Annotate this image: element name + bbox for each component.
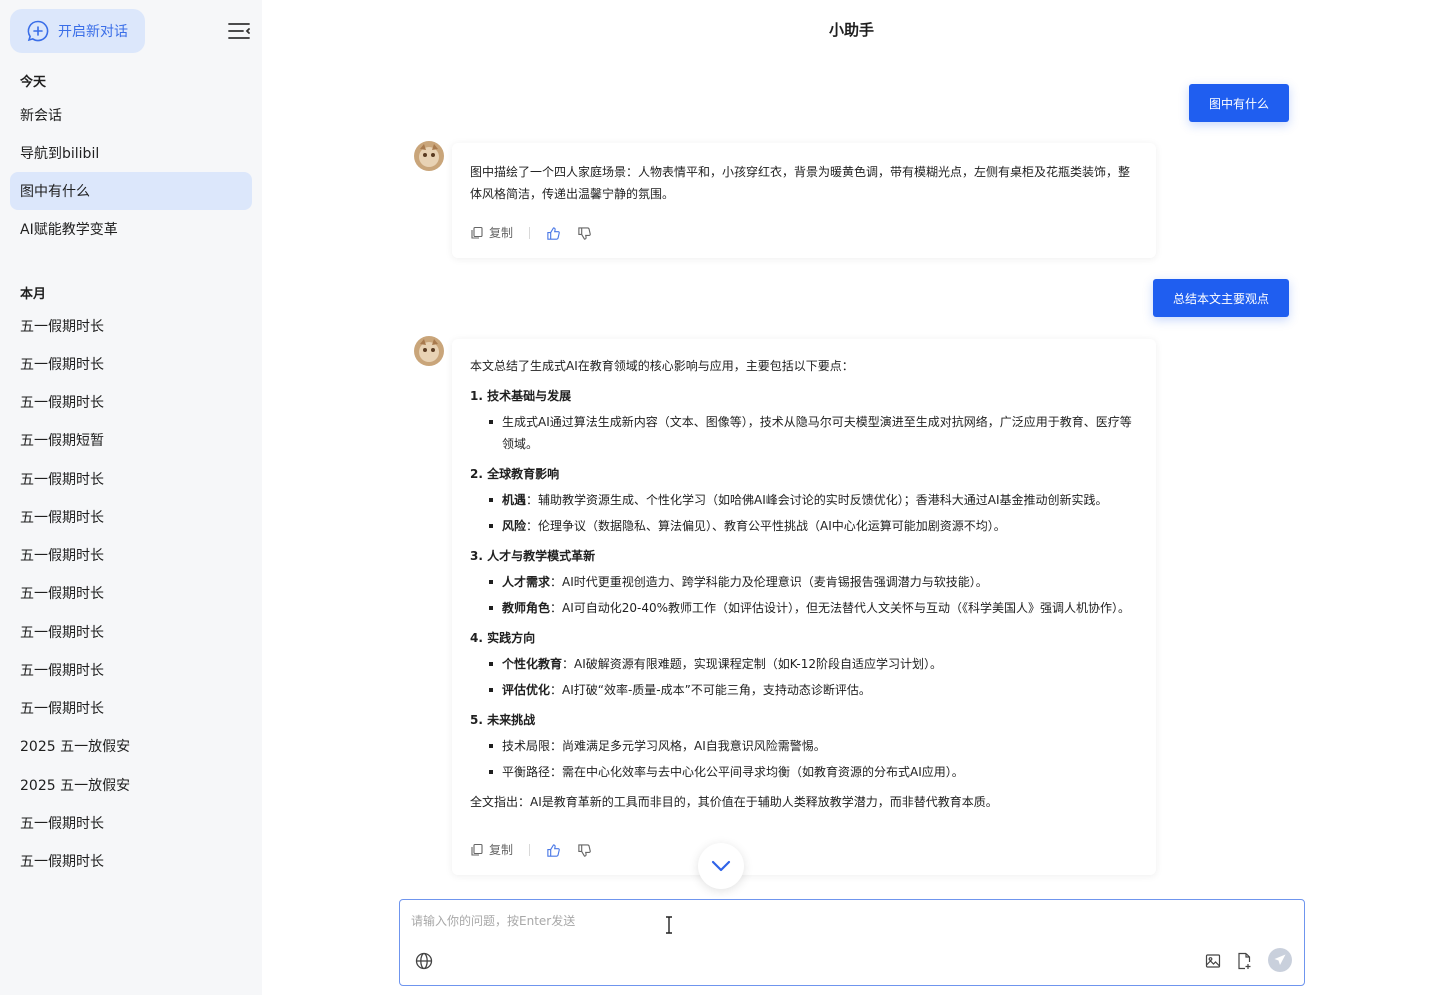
history-item[interactable]: 五一假期时长 [10, 383, 252, 421]
assistant-message-text: 图中描绘了一个四人家庭场景：人物表情平和，小孩穿红衣，背景为暖黄色调，带有模糊光… [470, 165, 1131, 201]
message-input[interactable] [411, 912, 1011, 936]
copy-button[interactable]: 复制 [470, 839, 513, 861]
history-item[interactable]: 导航到bilibil [10, 134, 252, 172]
summary-bullet: 技术局限：尚难满足多元学习风格，AI自我意识风险需警惕。 [470, 735, 1138, 757]
upload-image-button[interactable] [1203, 951, 1223, 971]
chat-plus-icon [27, 20, 49, 42]
copy-icon [471, 843, 483, 856]
send-button[interactable] [1268, 948, 1292, 972]
summary-heading: 1. 技术基础与发展 [470, 389, 572, 403]
history-item[interactable]: 五一假期短暂 [10, 421, 252, 459]
history-item[interactable]: 2025 五一放假安 [10, 727, 252, 765]
user-message-bubble: 总结本文主要观点 [1152, 279, 1289, 317]
message-composer [399, 899, 1305, 986]
assistant-avatar [414, 336, 444, 366]
summary-bullet: 机遇：辅助教学资源生成、个性化学习（如哈佛AI峰会讨论的实时反馈优化）；香港科大… [470, 489, 1138, 511]
new-chat-button[interactable]: 开启新对话 [10, 9, 145, 53]
history-item[interactable]: AI赋能教学变革 [10, 210, 252, 248]
summary-bullet: 教师角色：AI可自动化20-40%教师工作（如评估设计），但无法替代人文关怀与互… [470, 597, 1138, 619]
message-actions: 复制 [470, 839, 592, 861]
thumbs-down-icon[interactable] [577, 226, 592, 241]
thumbs-down-icon[interactable] [577, 843, 592, 858]
history-item[interactable]: 五一假期时长 [10, 842, 252, 880]
history-item[interactable]: 五一假期时长 [10, 651, 252, 689]
copy-icon [471, 226, 483, 239]
summary-heading: 3. 人才与教学模式革新 [470, 549, 596, 563]
copy-button[interactable]: 复制 [470, 222, 513, 244]
summary-heading: 2. 全球教育影响 [470, 467, 560, 481]
send-icon [1274, 954, 1286, 965]
assistant-avatar [414, 141, 444, 171]
new-chat-label: 开启新对话 [58, 24, 128, 40]
divider [529, 227, 531, 239]
page-title: 小助手 [828, 21, 874, 39]
summary-heading: 5. 未来挑战 [470, 713, 536, 727]
history-item-active[interactable]: 图中有什么 [10, 172, 252, 210]
summary-bullet: 评估优化：AI打破“效率-质量-成本”不可能三角，支持动态诊断评估。 [470, 679, 1138, 701]
text-cursor-icon [666, 916, 672, 934]
divider [529, 844, 531, 856]
history-item[interactable]: 五一假期时长 [10, 460, 252, 498]
chevron-down-icon [711, 860, 731, 872]
summary-bullet: 生成式AI通过算法生成新内容（文本、图像等），技术从隐马尔可夫模型演进至生成对抗… [470, 411, 1138, 455]
summary-bullet: 风险：伦理争议（数据隐私、算法偏见）、教育公平性挑战（AI中心化运算可能加剧资源… [470, 515, 1138, 537]
menu-collapse-icon[interactable] [228, 22, 250, 40]
avatar-image-icon [414, 336, 444, 366]
history-item[interactable]: 2025 五一放假安 [10, 766, 252, 804]
summary-bullet: 个性化教育：AI破解资源有限难题，实现课程定制（如K-12阶段自适应学习计划）。 [470, 653, 1138, 675]
history-item[interactable]: 五一假期时长 [10, 307, 252, 345]
history-item[interactable]: 五一假期时长 [10, 536, 252, 574]
summary-conclusion: 全文指出：AI是教育革新的工具而非目的，其价值在于辅助人类释放教学潜力，而非替代… [470, 795, 998, 809]
summary-bullet: 平衡路径：需在中心化效率与去中心化公平间寻求均衡（如教育资源的分布式AI应用）。 [470, 761, 1138, 783]
web-search-button[interactable] [414, 951, 434, 971]
history-item[interactable]: 五一假期时长 [10, 498, 252, 536]
upload-file-button[interactable] [1234, 951, 1254, 971]
summary-heading: 4. 实践方向 [470, 631, 536, 645]
thumbs-up-icon[interactable] [546, 226, 561, 241]
history-item[interactable]: 五一假期时长 [10, 689, 252, 727]
thumbs-up-icon[interactable] [546, 843, 561, 858]
history-item[interactable]: 新会话 [10, 96, 252, 134]
section-title-today: 今天 [20, 75, 47, 90]
scroll-to-bottom-button[interactable] [698, 843, 744, 889]
file-plus-icon [1238, 952, 1251, 970]
assistant-message-card: 图中描绘了一个四人家庭场景：人物表情平和，小孩穿红衣，背景为暖黄色调，带有模糊光… [452, 143, 1156, 258]
sidebar: 开启新对话 今天 新会话 导航到bilibil 图中有什么 AI赋能教学变革 本… [0, 0, 262, 995]
history-item[interactable]: 五一假期时长 [10, 613, 252, 651]
section-title-month: 本月 [20, 287, 47, 302]
summary-intro: 本文总结了生成式AI在教育领域的核心影响与应用，主要包括以下要点： [470, 359, 854, 373]
image-icon [1205, 954, 1221, 968]
avatar-image-icon [414, 141, 444, 171]
globe-icon [415, 952, 433, 970]
history-item[interactable]: 五一假期时长 [10, 345, 252, 383]
user-message-bubble: 图中有什么 [1188, 84, 1289, 122]
summary-bullet: 人才需求：AI时代更重视创造力、跨学科能力及伦理意识（麦肯锡报告强调潜力与软技能… [470, 571, 1138, 593]
history-item[interactable]: 五一假期时长 [10, 804, 252, 842]
history-item[interactable]: 五一假期时长 [10, 574, 252, 612]
message-actions: 复制 [470, 222, 592, 244]
assistant-message-card: 本文总结了生成式AI在教育领域的核心影响与应用，主要包括以下要点： 1. 技术基… [452, 339, 1156, 875]
